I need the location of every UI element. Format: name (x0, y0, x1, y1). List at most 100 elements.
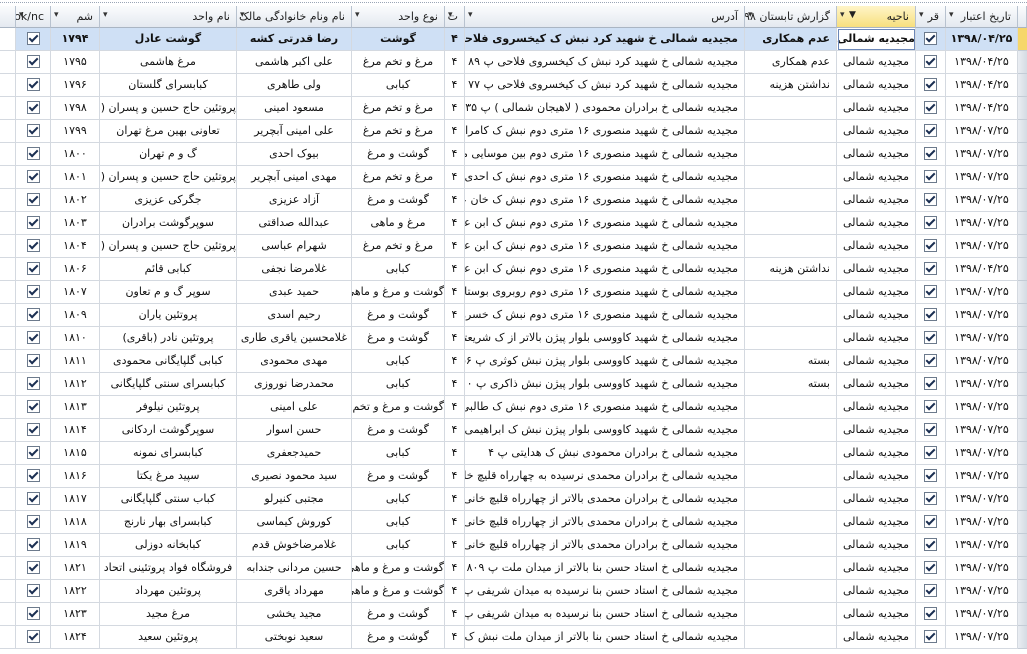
cell-address[interactable]: مجیدیه شمالی خ شهید منصوری ۱۶ متری دوم ن… (465, 120, 745, 143)
cell-report[interactable]: عدم همکاری (745, 28, 837, 51)
row-selector[interactable] (1018, 350, 1027, 373)
row-selector[interactable] (1018, 603, 1027, 626)
cell-unit-type[interactable]: مرغ و تخم مرغ (352, 51, 445, 74)
cell-address[interactable]: مجیدیه شمالی خ شهید کرد نبش ک کیخسروی فل… (465, 51, 745, 74)
checked-checkbox[interactable] (924, 491, 937, 505)
cell-owner[interactable]: مهدی محمودی (237, 350, 352, 373)
q-checkbox-cell[interactable] (916, 488, 946, 511)
cell-unit-name[interactable]: پروتئین یاران (100, 304, 237, 327)
cell-num[interactable]: ۱۸۰۱ (51, 166, 100, 189)
cell-unit-type[interactable]: گوشت و مرغ و تخم مرغ (352, 396, 445, 419)
cell-num[interactable]: ۱۸۲۲ (51, 580, 100, 603)
cell-num[interactable]: ۱۸۱۲ (51, 373, 100, 396)
table-row[interactable]: ۱۳۹۸/۰۷/۲۵ مجیدیه شمالی مجیدیه شمالی خ شهی… (0, 189, 1027, 212)
cell-region[interactable]: مجیدیه شمالی (837, 396, 916, 419)
cell-region[interactable]: مجیدیه شمالی (837, 603, 916, 626)
cell-report[interactable] (745, 120, 837, 143)
checked-checkbox[interactable] (26, 307, 40, 321)
table-row[interactable]: ۱۳۹۸/۰۴/۲۵ مجیدیه شمالی عدم همکاری مجیدیه ش… (0, 28, 1027, 51)
cell-owner[interactable]: حسن اسوار (237, 419, 352, 442)
row-selector[interactable] (1018, 442, 1027, 465)
cell-address[interactable]: مجیدیه شمالی خ استاد حسن بنا نرسیده به م… (465, 580, 745, 603)
cell-region[interactable]: مجیدیه شمالی (837, 97, 916, 120)
table-row[interactable]: ۱۳۹۸/۰۷/۲۵ مجیدیه شمالی مجیدیه شمالی خ است… (0, 626, 1027, 649)
cell-date[interactable]: ۱۳۹۸/۰۷/۲۵ (946, 442, 1018, 465)
cell-region[interactable]: مجیدیه شمالی (837, 557, 916, 580)
cell-owner[interactable]: مجید یخشی (237, 603, 352, 626)
ok-checkbox-cell[interactable] (16, 419, 51, 442)
cell-owner[interactable]: رحیم اسدی (237, 304, 352, 327)
q-checkbox-cell[interactable] (916, 511, 946, 534)
cell-unit-name[interactable]: پروتئین نیلوفر (100, 396, 237, 419)
cell-region[interactable]: مجیدیه شمالی (837, 534, 916, 557)
q-checkbox-cell[interactable] (916, 534, 946, 557)
q-checkbox-cell[interactable] (916, 396, 946, 419)
cell-unit-type[interactable]: گوشت (352, 28, 445, 51)
row-selector[interactable] (1018, 258, 1027, 281)
checked-checkbox[interactable] (924, 54, 937, 68)
cell-address[interactable]: مجیدیه شمالی خ استاد حسن بنا نرسیده به م… (465, 603, 745, 626)
checked-checkbox[interactable] (924, 307, 937, 321)
cell-num[interactable]: ۱۸۱۴ (51, 419, 100, 442)
checked-checkbox[interactable] (26, 399, 40, 413)
cell-region[interactable]: مجیدیه شمالی (837, 580, 916, 603)
table-row[interactable]: ۱۳۹۸/۰۴/۲۵ مجیدیه شمالی مجیدیه شمالی خ برا… (0, 97, 1027, 120)
row-selector[interactable] (1018, 281, 1027, 304)
cell-unit-name[interactable]: کبابی گلپایگانی محمودی (100, 350, 237, 373)
cell-region[interactable]: مجیدیه شمالی (837, 51, 916, 74)
cell-num[interactable]: ۱۸۲۱ (51, 557, 100, 580)
column-header-unit_type[interactable]: نوع واحد ▾ (352, 6, 445, 28)
cell-unit-name[interactable]: سپید مرغ یکتا (100, 465, 237, 488)
chevron-down-icon[interactable]: ▾ (103, 10, 108, 20)
cell-num[interactable]: ۱۸۰۰ (51, 143, 100, 166)
checked-checkbox[interactable] (26, 192, 40, 206)
cell-n[interactable]: ۴ (445, 189, 465, 212)
cell-region[interactable]: مجیدیه شمالی (837, 488, 916, 511)
cell-date[interactable]: ۱۳۹۸/۰۷/۲۵ (946, 557, 1018, 580)
cell-address[interactable]: مجیدیه شمالی خ برادران محمدی بالاتر از چ… (465, 534, 745, 557)
cell-n[interactable]: ۴ (445, 97, 465, 120)
cell-n[interactable]: ۴ (445, 143, 465, 166)
cell-region[interactable]: مجیدیه شمالی (837, 350, 916, 373)
cell-region[interactable]: مجیدیه شمالی (837, 28, 916, 51)
cell-unit-name[interactable]: کبابخانه دوزلی (100, 534, 237, 557)
q-checkbox-cell[interactable] (916, 166, 946, 189)
cell-unit-name[interactable]: مرغ مجید (100, 603, 237, 626)
cell-num[interactable]: ۱۸۱۶ (51, 465, 100, 488)
cell-num[interactable]: ۱۸۱۵ (51, 442, 100, 465)
cell-region[interactable]: مجیدیه شمالی (837, 442, 916, 465)
ok-checkbox-cell[interactable] (16, 373, 51, 396)
cell-n[interactable]: ۴ (445, 74, 465, 97)
column-header-region[interactable]: ناحیه ▾ ▼ (837, 6, 916, 28)
cell-owner[interactable]: کوروش کیماسی (237, 511, 352, 534)
cell-owner[interactable]: مسعود امینی (237, 97, 352, 120)
cell-n[interactable]: ۴ (445, 580, 465, 603)
cell-num[interactable]: ۱۸۰۳ (51, 212, 100, 235)
table-row[interactable]: ۱۳۹۸/۰۷/۲۵ مجیدیه شمالی مجیدیه شمالی خ شهی… (0, 120, 1027, 143)
q-checkbox-cell[interactable] (916, 28, 946, 51)
column-header-ok[interactable]: ok/nc ▾ (16, 6, 51, 28)
cell-unit-type[interactable]: مرغ و تخم مرغ (352, 235, 445, 258)
chevron-down-icon[interactable]: ▾ (468, 10, 473, 20)
cell-report[interactable]: عدم همکاری (745, 51, 837, 74)
q-checkbox-cell[interactable] (916, 373, 946, 396)
checked-checkbox[interactable] (924, 215, 937, 229)
row-selector[interactable] (1018, 74, 1027, 97)
cell-owner[interactable]: غلامرضا نجفی (237, 258, 352, 281)
checked-checkbox[interactable] (26, 583, 40, 597)
table-row[interactable]: ۱۳۹۸/۰۷/۲۵ مجیدیه شمالی بسته مجیدیه شمالی خ… (0, 373, 1027, 396)
cell-address[interactable]: مجیدیه شمالی خ شهید کاووسی بلوار پیژن نب… (465, 419, 745, 442)
cell-unit-name[interactable]: پروتئین حاج حسین و پسران ( مرکزی (100, 97, 237, 120)
cell-date[interactable]: ۱۳۹۸/۰۷/۲۵ (946, 120, 1018, 143)
q-checkbox-cell[interactable] (916, 143, 946, 166)
cell-region[interactable]: مجیدیه شمالی (837, 74, 916, 97)
cell-address[interactable]: مجیدیه شمالی خ استاد حسن بنا بالاتر از م… (465, 626, 745, 649)
row-selector[interactable] (1018, 212, 1027, 235)
checked-checkbox[interactable] (26, 445, 40, 459)
cell-date[interactable]: ۱۳۹۸/۰۷/۲۵ (946, 534, 1018, 557)
q-checkbox-cell[interactable] (916, 304, 946, 327)
q-checkbox-cell[interactable] (916, 350, 946, 373)
table-row[interactable]: ۱۳۹۸/۰۷/۲۵ مجیدیه شمالی مجیدیه شمالی خ شهی… (0, 235, 1027, 258)
cell-address[interactable]: مجیدیه شمالی خ شهید کرد نبش ک کیخسروی فل… (465, 28, 745, 51)
row-selector[interactable] (1018, 534, 1027, 557)
